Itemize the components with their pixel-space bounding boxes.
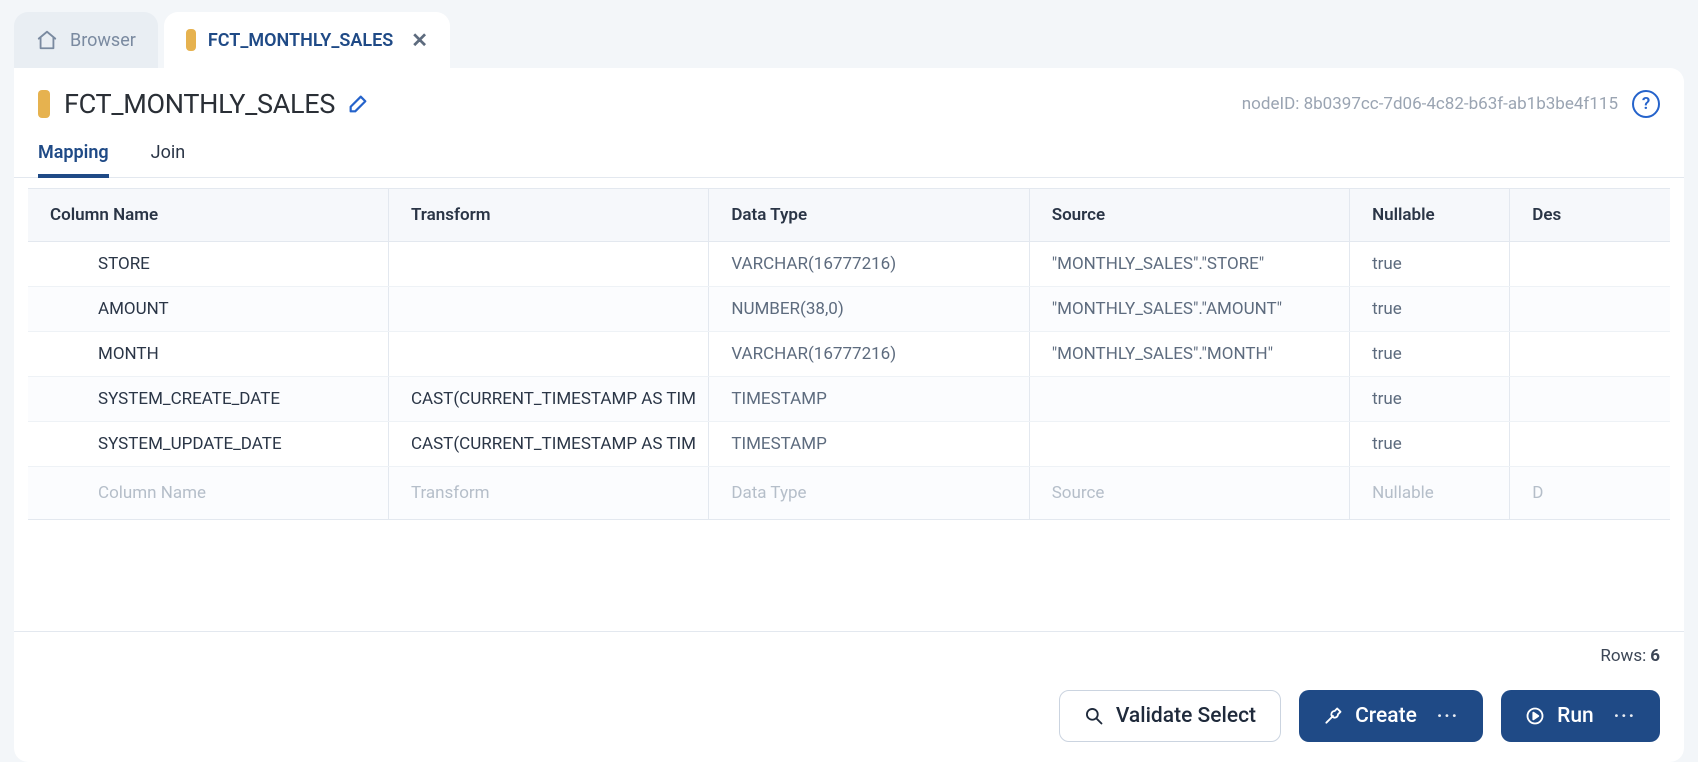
placeholder-name: Column Name [28,467,388,520]
tab-browser-label: Browser [70,30,136,51]
play-icon [1525,706,1545,726]
create-label: Create [1355,704,1417,728]
cell-nullable: true [1350,422,1510,467]
cell-data-type: NUMBER(38,0) [709,287,1029,332]
cell-description [1510,332,1670,377]
cell-description [1510,377,1670,422]
table-row[interactable]: STORE VARCHAR(16777216) "MONTHLY_SALES".… [28,242,1670,287]
page-title: FCT_MONTHLY_SALES [64,88,335,120]
cell-description [1510,242,1670,287]
placeholder-nullable: Nullable [1350,467,1510,520]
page-header: FCT_MONTHLY_SALES nodeID: 8b0397cc-7d06-… [14,68,1684,130]
table-row[interactable]: SYSTEM_CREATE_DATE CAST(CURRENT_TIMESTAM… [28,377,1670,422]
cell-data-type: TIMESTAMP [709,422,1029,467]
tab-mapping[interactable]: Mapping [38,142,109,177]
cell-name: SYSTEM_CREATE_DATE [28,377,388,422]
table-icon [38,90,50,118]
node-id-label: nodeID: 8b0397cc-7d06-4c82-b63f-ab1b3be4… [1242,94,1618,114]
placeholder-data-type: Data Type [709,467,1029,520]
col-header-nullable[interactable]: Nullable [1350,189,1510,242]
cell-data-type: VARCHAR(16777216) [709,332,1029,377]
cell-data-type: VARCHAR(16777216) [709,242,1029,287]
col-header-name[interactable]: Column Name [28,189,388,242]
more-icon[interactable]: ··· [1614,706,1636,727]
close-icon[interactable]: ✕ [411,30,428,50]
tab-join[interactable]: Join [151,142,186,177]
mapping-table-wrap: Column Name Transform Data Type Source N… [14,178,1684,520]
mapping-table: Column Name Transform Data Type Source N… [28,188,1670,520]
placeholder-description: D [1510,467,1670,520]
cell-name: STORE [28,242,388,287]
cell-nullable: true [1350,332,1510,377]
wrench-icon [1323,706,1343,726]
sub-tab-bar: Mapping Join [14,130,1684,178]
tab-fct-monthly-sales[interactable]: FCT_MONTHLY_SALES ✕ [164,12,450,68]
cell-source: "MONTHLY_SALES"."STORE" [1029,242,1349,287]
col-header-data-type[interactable]: Data Type [709,189,1029,242]
action-bar: Validate Select Create ··· Run ··· [14,680,1684,762]
rows-count: 6 [1650,646,1660,666]
table-row[interactable]: SYSTEM_UPDATE_DATE CAST(CURRENT_TIMESTAM… [28,422,1670,467]
cell-source: "MONTHLY_SALES"."MONTH" [1029,332,1349,377]
placeholder-source: Source [1029,467,1349,520]
placeholder-transform: Transform [388,467,708,520]
cell-source [1029,377,1349,422]
help-icon[interactable]: ? [1632,90,1660,118]
cell-transform [388,287,708,332]
run-button[interactable]: Run ··· [1501,690,1660,742]
cell-transform: CAST(CURRENT_TIMESTAMP AS TIM [388,377,708,422]
cell-name: SYSTEM_UPDATE_DATE [28,422,388,467]
cell-description [1510,422,1670,467]
cell-source [1029,422,1349,467]
cell-name: AMOUNT [28,287,388,332]
col-header-description[interactable]: Des [1510,189,1670,242]
table-icon [186,29,196,51]
col-header-source[interactable]: Source [1029,189,1349,242]
rows-label: Rows: [1600,646,1646,666]
cell-description [1510,287,1670,332]
cell-source: "MONTHLY_SALES"."AMOUNT" [1029,287,1349,332]
edit-icon[interactable] [347,93,369,115]
search-icon [1084,706,1104,726]
cell-name: MONTH [28,332,388,377]
cell-transform [388,332,708,377]
tab-fct-label: FCT_MONTHLY_SALES [208,30,393,51]
tab-browser[interactable]: Browser [14,12,158,68]
home-icon [36,29,58,51]
run-label: Run [1557,704,1594,728]
create-button[interactable]: Create ··· [1299,690,1483,742]
table-row[interactable]: MONTH VARCHAR(16777216) "MONTHLY_SALES".… [28,332,1670,377]
cell-transform: CAST(CURRENT_TIMESTAMP AS TIM [388,422,708,467]
col-header-transform[interactable]: Transform [388,189,708,242]
top-tab-bar: Browser FCT_MONTHLY_SALES ✕ [0,0,1698,68]
main-panel: FCT_MONTHLY_SALES nodeID: 8b0397cc-7d06-… [14,68,1684,762]
cell-data-type: TIMESTAMP [709,377,1029,422]
validate-select-button[interactable]: Validate Select [1059,690,1281,742]
more-icon[interactable]: ··· [1437,706,1459,727]
cell-transform [388,242,708,287]
table-row[interactable]: AMOUNT NUMBER(38,0) "MONTHLY_SALES"."AMO… [28,287,1670,332]
table-row-new[interactable]: Column Name Transform Data Type Source N… [28,467,1670,520]
cell-nullable: true [1350,242,1510,287]
cell-nullable: true [1350,287,1510,332]
cell-nullable: true [1350,377,1510,422]
status-bar: Rows: 6 [14,631,1684,680]
validate-label: Validate Select [1116,704,1256,728]
